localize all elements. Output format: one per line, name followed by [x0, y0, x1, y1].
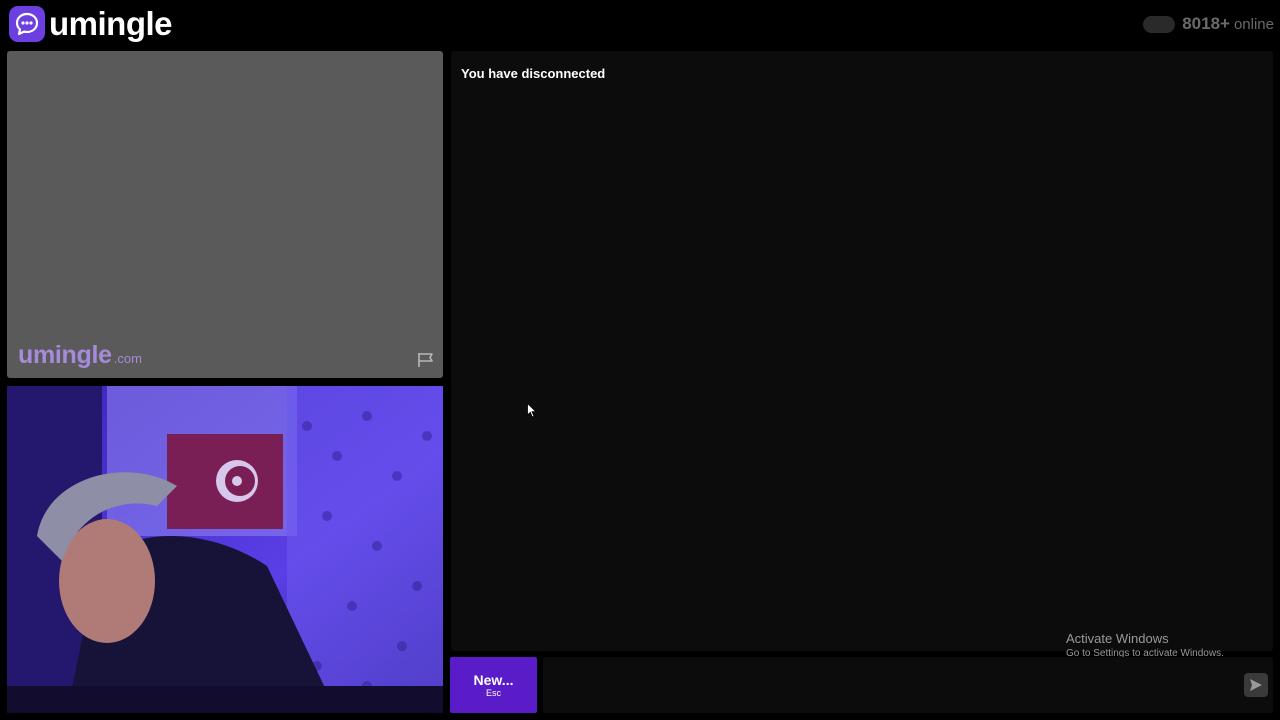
webcam-feed-image: [7, 386, 443, 713]
new-button-label: New...: [473, 671, 514, 688]
remote-video: umingle .com: [7, 51, 443, 378]
watermark-main: umingle: [18, 341, 112, 369]
online-label: online: [1233, 15, 1274, 33]
online-indicator: 8018+ online: [1143, 14, 1274, 34]
video-watermark: umingle .com: [18, 341, 142, 370]
activation-title: Activate Windows: [1066, 631, 1169, 646]
chat-panel: You have disconnected Activate Windows G…: [451, 51, 1273, 659]
send-button[interactable]: [1244, 673, 1268, 697]
flag-icon[interactable]: [417, 352, 435, 368]
watermark-sub: .com: [113, 351, 142, 366]
new-chat-button[interactable]: New... Esc: [450, 657, 537, 713]
mouse-cursor-icon: [527, 403, 537, 418]
header: umingle 8018+ online: [0, 0, 1280, 50]
local-video: [7, 386, 443, 713]
online-count: 8018+: [1182, 14, 1230, 33]
brand-name: umingle: [49, 5, 173, 42]
logo[interactable]: umingle: [9, 5, 173, 42]
message-input[interactable]: [543, 657, 1273, 713]
chat-status-message: You have disconnected: [461, 66, 606, 81]
chat-bubble-icon: [9, 6, 45, 42]
online-toggle[interactable]: [1143, 15, 1176, 33]
new-button-shortcut: Esc: [485, 687, 501, 698]
send-icon: [1250, 679, 1262, 691]
